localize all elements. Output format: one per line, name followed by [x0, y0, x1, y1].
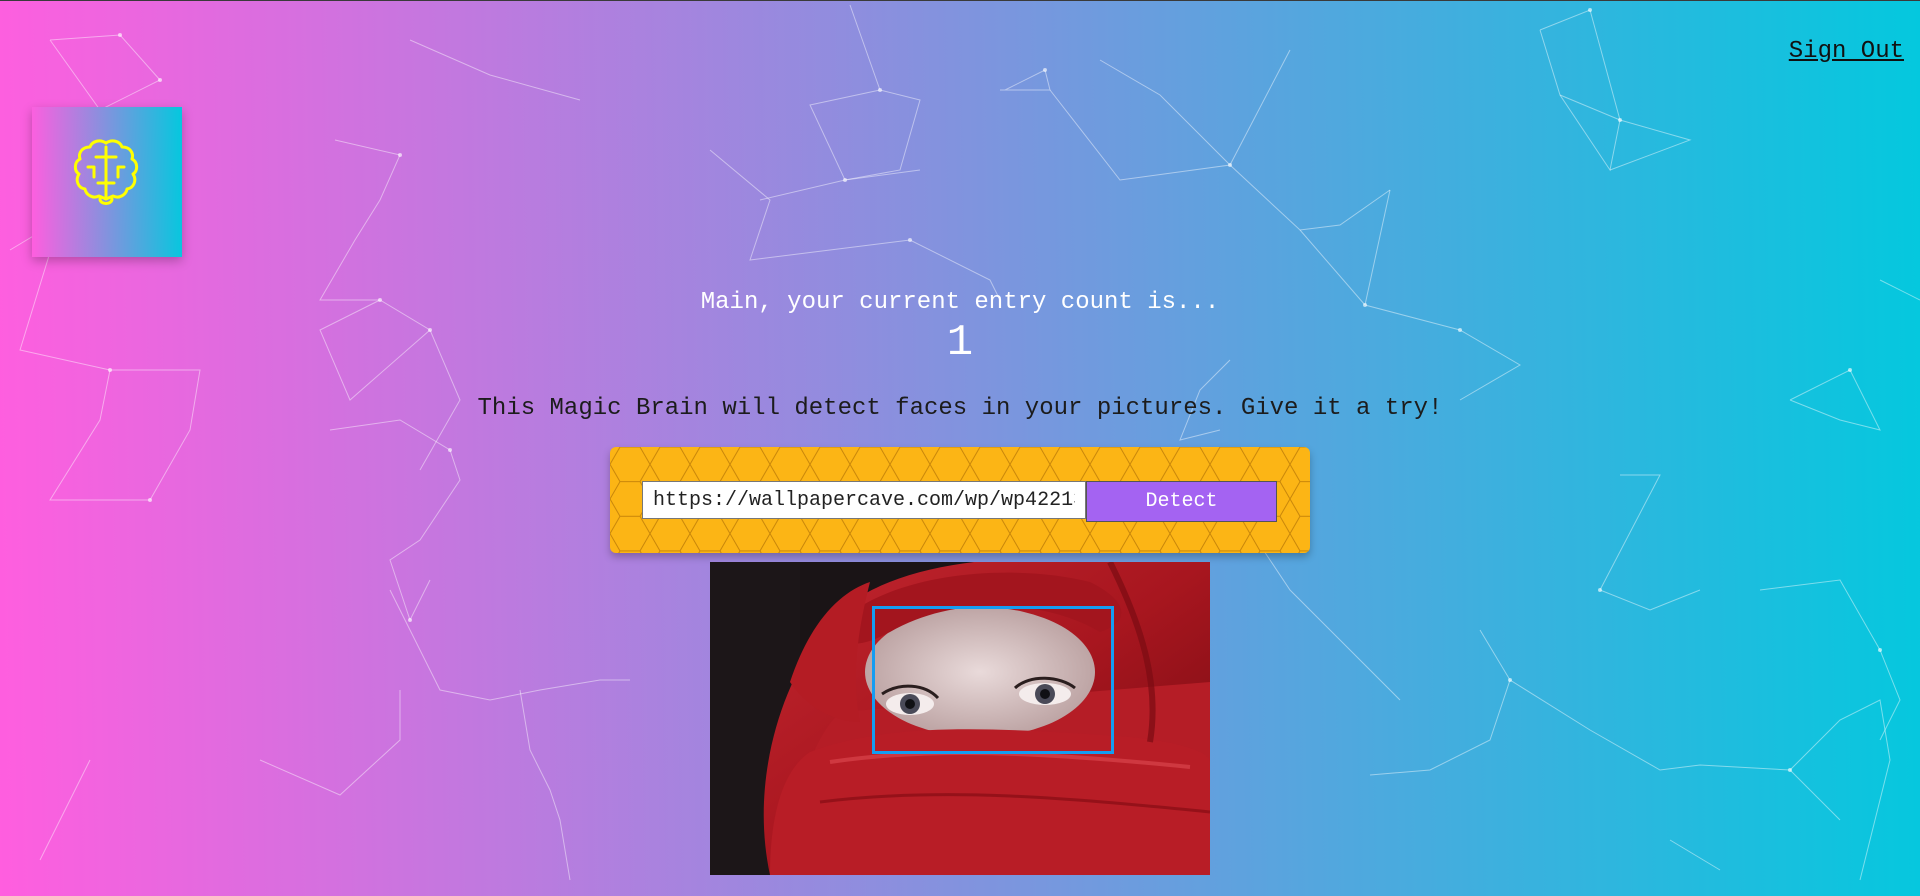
brain-icon [73, 139, 139, 205]
face-bounding-box [872, 606, 1114, 754]
sign-out-link[interactable]: Sign Out [1789, 38, 1904, 65]
detect-button[interactable]: Detect [1086, 481, 1277, 522]
top-border [0, 0, 1920, 1]
logo-card[interactable] [32, 107, 182, 257]
entry-count-greeting: Main, your current entry count is... [700, 289, 1220, 316]
image-link-form: Detect [610, 447, 1310, 553]
app-description: This Magic Brain will detect faces in yo… [477, 395, 1443, 422]
image-url-input[interactable] [642, 481, 1086, 519]
input-image [710, 562, 1210, 875]
entry-count-value: 1 [946, 318, 974, 368]
